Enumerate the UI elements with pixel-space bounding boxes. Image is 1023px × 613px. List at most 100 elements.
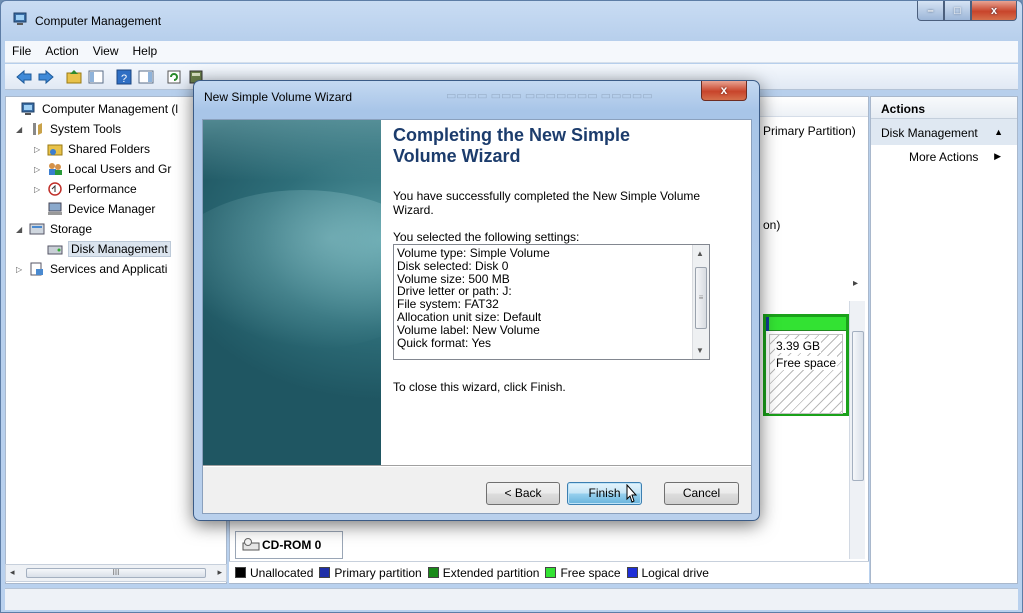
up-folder-icon[interactable]	[65, 68, 83, 86]
cancel-button[interactable]: Cancel	[664, 482, 739, 505]
scroll-left-arrow-icon[interactable]: ◂	[10, 567, 15, 578]
wizard-content: Completing the New Simple Volume Wizard …	[381, 120, 751, 465]
legend-label: Unallocated	[250, 565, 314, 580]
disk-list-vertical-scrollbar[interactable]	[849, 301, 865, 559]
legend-label: Logical drive	[641, 565, 709, 580]
collapsed-triangle-icon[interactable]: ▷	[34, 185, 44, 194]
back-arrow-icon[interactable]	[15, 68, 33, 86]
legend-label: Extended partition	[442, 565, 540, 580]
minimize-button[interactable]: –	[917, 1, 944, 21]
menu-help[interactable]: Help	[126, 41, 165, 62]
scrollbar-thumb[interactable]: III	[26, 568, 206, 578]
legend-label: Primary partition	[334, 565, 422, 580]
shared-folders-icon	[47, 144, 63, 156]
maximize-button[interactable]: □	[944, 1, 971, 21]
tree-item-performance[interactable]: ▷ Performance	[34, 179, 137, 199]
more-actions-item[interactable]: More Actions ▶	[871, 145, 1017, 167]
tree-label: System Tools	[50, 122, 122, 136]
dialog-body: Completing the New Simple Volume Wizard …	[202, 119, 752, 514]
success-text: You have successfully completed the New …	[393, 189, 701, 217]
tree-item-computer-management[interactable]: Computer Management (l	[8, 99, 178, 119]
setting-line: Quick format: Yes	[397, 335, 492, 350]
actions-section-label: Disk Management	[881, 126, 978, 140]
cdrom-label: CD-ROM 0	[262, 538, 322, 552]
collapse-arrow-icon[interactable]: ▲	[994, 127, 1003, 137]
dialog-title: New Simple Volume Wizard	[204, 90, 353, 104]
disk-legend: Unallocated Primary partition Extended p…	[229, 561, 869, 583]
new-simple-volume-wizard-dialog: ▭▭▭▭ ▭▭▭ ▭▭▭▭▭▭▭ ▭▭▭▭▭ New Simple Volume…	[193, 80, 760, 521]
settings-summary-box[interactable]: Volume type: Simple Volume Disk selected…	[393, 244, 710, 360]
more-actions-label: More Actions	[909, 150, 979, 164]
expanded-triangle-icon[interactable]: ◢	[16, 225, 26, 234]
tree-item-local-users[interactable]: ▷ Local Users and Gr	[34, 159, 171, 179]
setting-line: Allocation unit size: Default	[397, 309, 542, 324]
tree-item-system-tools[interactable]: ◢ System Tools	[16, 119, 121, 139]
show-hide-tree-icon[interactable]	[87, 68, 105, 86]
back-button[interactable]: < Back	[486, 482, 560, 505]
storage-icon	[29, 223, 45, 235]
svg-text:?: ?	[121, 73, 127, 85]
tree-horizontal-scrollbar[interactable]: ◂ III ▸	[5, 564, 227, 582]
users-icon	[49, 163, 62, 175]
help-icon[interactable]: ?	[115, 68, 133, 86]
menu-view[interactable]: View	[86, 41, 126, 62]
collapsed-triangle-icon[interactable]: ▷	[34, 165, 44, 174]
scrollbar-thumb[interactable]	[852, 331, 864, 481]
tree-item-storage[interactable]: ◢ Storage	[16, 219, 92, 239]
show-hide-action-pane-icon[interactable]	[137, 68, 155, 86]
wizard-banner-image	[203, 120, 381, 465]
title-bar[interactable]: Computer Management – □ x	[1, 1, 1022, 37]
legend-swatch-free	[545, 567, 557, 578]
actions-section-disk-management[interactable]: Disk Management ▲	[871, 119, 1017, 145]
menu-bar: File Action View Help	[5, 41, 1018, 63]
status-bar	[5, 588, 1018, 610]
device-manager-icon	[48, 202, 62, 215]
legend-swatch-unallocated	[235, 567, 246, 578]
partition-size: 3.39 GB	[775, 339, 822, 353]
computer-management-icon	[13, 12, 27, 25]
tree-label: Computer Management (l	[42, 102, 179, 116]
background-column-ghost: ▭▭▭▭ ▭▭▭ ▭▭▭▭▭▭▭ ▭▭▭▭▭	[446, 90, 653, 102]
scrollbar-thumb[interactable]: ≡	[695, 267, 707, 329]
tree-label: Performance	[68, 182, 137, 196]
collapsed-triangle-icon[interactable]: ▷	[16, 265, 26, 274]
legend-swatch-extended	[427, 567, 439, 578]
cdrom-icon	[242, 538, 260, 551]
mouse-cursor-icon	[626, 484, 638, 503]
legend-swatch-logical	[626, 567, 638, 578]
expanded-triangle-icon[interactable]: ◢	[16, 125, 26, 134]
cdrom-disk-row[interactable]: CD-ROM 0	[235, 531, 343, 559]
refresh-icon[interactable]	[165, 68, 183, 86]
close-instructions: To close this wizard, click Finish.	[393, 380, 566, 394]
volume-status-text: on)	[763, 218, 781, 232]
window-title: Computer Management	[35, 14, 162, 28]
legend-swatch-primary	[319, 567, 331, 578]
settings-lines: Volume type: Simple Volume Disk selected…	[397, 247, 687, 349]
services-icon	[30, 262, 43, 276]
tree-label: Storage	[50, 222, 93, 236]
tree-item-shared-folders[interactable]: ▷ Shared Folders	[34, 139, 150, 159]
partition-status: Free space	[775, 356, 838, 370]
tree-item-services-applications[interactable]: ▷ Services and Applicati	[16, 259, 167, 279]
menu-file[interactable]: File	[5, 41, 38, 62]
legend-label: Free space	[560, 565, 621, 580]
setting-line: Volume label: New Volume	[397, 322, 540, 337]
dialog-close-button[interactable]: x	[701, 81, 747, 101]
scroll-right-arrow-icon[interactable]: ▸	[853, 278, 858, 289]
collapsed-triangle-icon[interactable]: ▷	[34, 145, 44, 154]
scroll-right-arrow-icon[interactable]: ▸	[217, 567, 222, 578]
computer-management-icon	[21, 102, 35, 115]
settings-label: You selected the following settings:	[393, 230, 580, 244]
button-separator	[203, 465, 751, 467]
performance-icon	[48, 182, 62, 196]
scroll-down-arrow-icon[interactable]: ▼	[696, 346, 704, 355]
scroll-up-arrow-icon[interactable]: ▲	[696, 249, 704, 258]
settings-vertical-scrollbar[interactable]: ▲ ≡ ▼	[692, 245, 709, 359]
free-space-partition[interactable]: 3.39 GB Free space	[763, 314, 849, 416]
tree-item-device-manager[interactable]: Device Manager	[47, 199, 155, 219]
menu-action[interactable]: Action	[38, 41, 85, 62]
tree-label: Disk Management	[68, 241, 171, 257]
close-button[interactable]: x	[971, 1, 1017, 21]
forward-arrow-icon[interactable]	[37, 68, 55, 86]
tree-item-disk-management[interactable]: Disk Management	[47, 239, 171, 259]
